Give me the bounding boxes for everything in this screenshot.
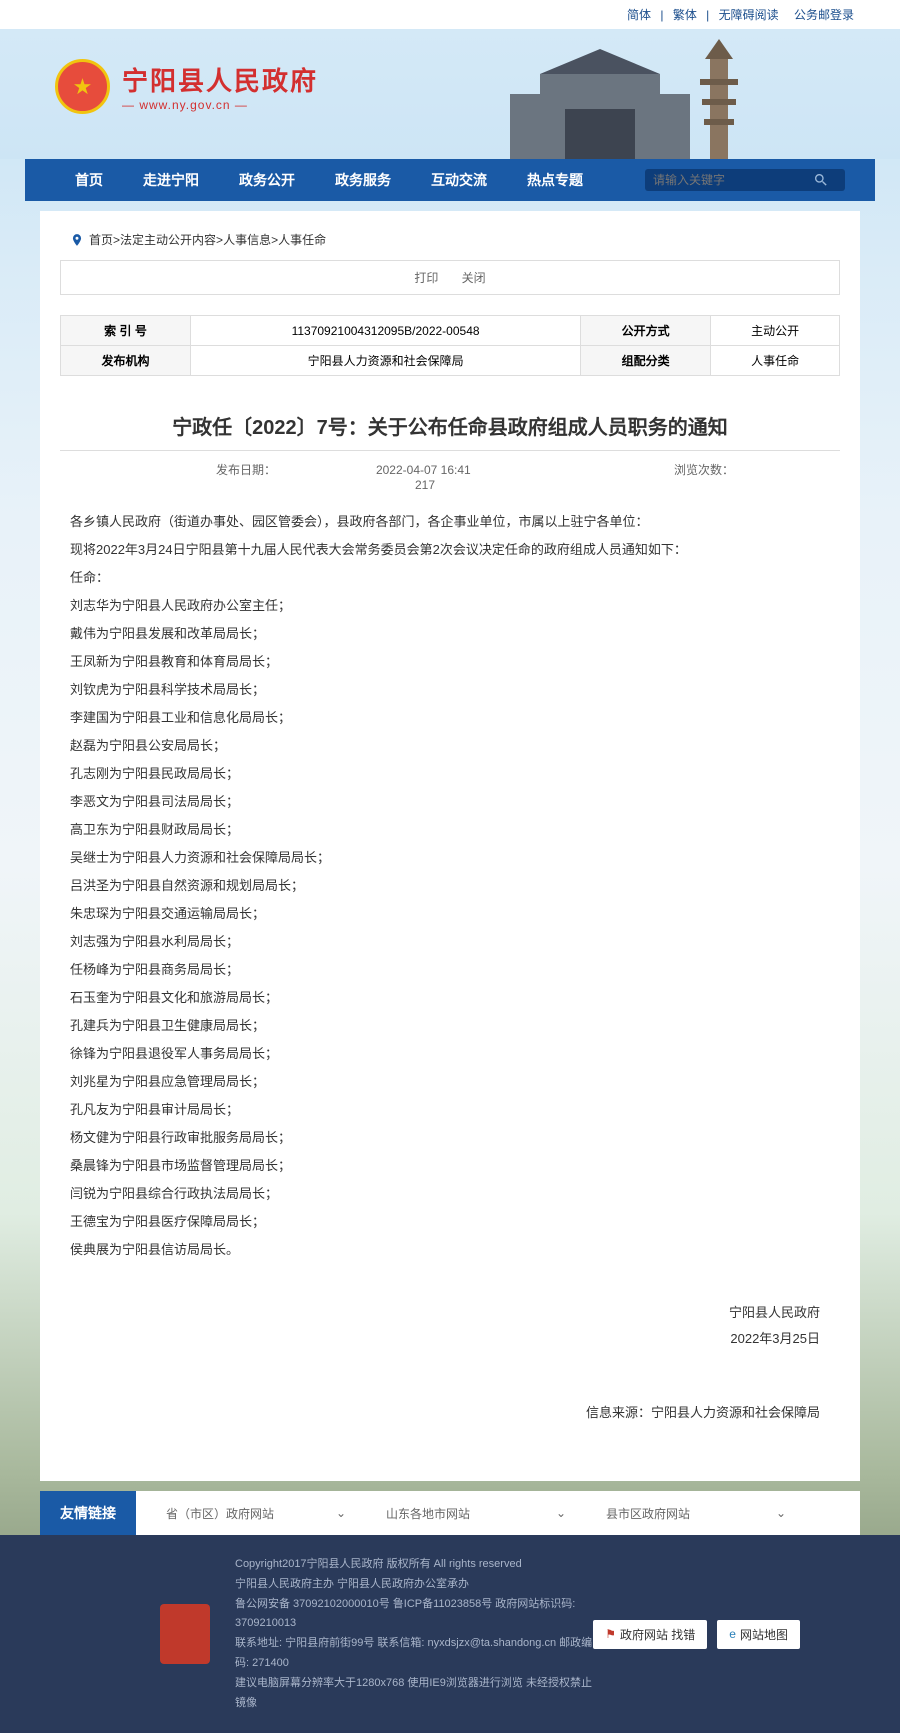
friendly-links: 友情链接 省（市区）政府网站 山东各地市网站 县市区政府网站 xyxy=(40,1491,860,1535)
search-box[interactable] xyxy=(645,169,845,191)
links-title: 友情链接 xyxy=(40,1491,136,1535)
action-bar: 打印 关闭 xyxy=(60,260,840,295)
lang-simplified[interactable]: 简体 xyxy=(627,8,651,22)
value-index: 11370921004312095B/2022-00548 xyxy=(191,316,581,346)
print-button[interactable]: 打印 xyxy=(414,271,438,285)
national-emblem-icon xyxy=(55,59,110,114)
nav-gov-open[interactable]: 政务公开 xyxy=(219,159,315,201)
label-index: 索 引 号 xyxy=(61,316,191,346)
lang-traditional[interactable]: 繁体 xyxy=(673,8,697,22)
appointment-line: 侯典展为宁阳县信访局局长。 xyxy=(70,1237,830,1263)
appointment-line: 李恶文为宁阳县司法局局长； xyxy=(70,789,830,815)
appointment-line: 李建国为宁阳县工业和信息化局局长； xyxy=(70,705,830,731)
appointment-line: 孔志刚为宁阳县民政局局长； xyxy=(70,761,830,787)
login-link[interactable]: 公务邮登录 xyxy=(794,8,854,22)
nav-about[interactable]: 走进宁阳 xyxy=(123,159,219,201)
castle-illustration xyxy=(430,39,770,159)
site-url: — www.ny.gov.cn — xyxy=(122,98,318,112)
appointment-line: 刘志强为宁阳县水利局局长； xyxy=(70,929,830,955)
appointment-line: 孔建兵为宁阳县卫生健康局局长； xyxy=(70,1013,830,1039)
label-method: 公开方式 xyxy=(581,316,711,346)
breadcrumb: 首页 > 法定主动公开内容 > 人事信息 > 人事任命 xyxy=(60,226,840,260)
search-input[interactable] xyxy=(653,173,813,187)
appointment-line: 徐锋为宁阳县退役军人事务局局长； xyxy=(70,1041,830,1067)
appointment-line: 王凤新为宁阳县教育和体育局局长； xyxy=(70,649,830,675)
appointment-line: 高卫东为宁阳县财政局局长； xyxy=(70,817,830,843)
crumb-2[interactable]: 人事信息 xyxy=(223,231,271,248)
value-category: 人事任命 xyxy=(711,346,840,376)
header: 宁阳县人民政府 — www.ny.gov.cn — xyxy=(0,29,900,159)
appointment-line: 戴伟为宁阳县发展和改革局局长； xyxy=(70,621,830,647)
appointment-line: 吴继士为宁阳县人力资源和社会保障局局长； xyxy=(70,845,830,871)
nav-topics[interactable]: 热点专题 xyxy=(507,159,603,201)
article-title: 宁政任〔2022〕7号：关于公布任命县政府组成人员职务的通知 xyxy=(60,396,840,450)
appointment-line: 王德宝为宁阳县医疗保障局局长； xyxy=(70,1209,830,1235)
view-count: 217 xyxy=(415,478,435,492)
main-nav: 首页 走进宁阳 政务公开 政务服务 互动交流 热点专题 xyxy=(25,159,875,201)
appointment-line: 任杨峰为宁阳县商务局局长； xyxy=(70,957,830,983)
appointment-line: 刘志华为宁阳县人民政府办公室主任； xyxy=(70,593,830,619)
signature: 宁阳县人民政府 2022年3月25日 xyxy=(60,1270,840,1382)
crumb-home[interactable]: 首页 xyxy=(89,231,113,248)
article-body: 各乡镇人民政府（街道办事处、园区管委会），县政府各部门，各企事业单位，市属以上驻… xyxy=(60,502,840,1270)
accessibility-link[interactable]: 无障碍阅读 xyxy=(719,8,779,22)
source: 信息来源：宁阳县人力资源和社会保障局 xyxy=(60,1382,840,1441)
value-method: 主动公开 xyxy=(711,316,840,346)
gov-emblem-icon xyxy=(160,1604,210,1664)
appointment-line: 石玉奎为宁阳县文化和旅游局局长； xyxy=(70,985,830,1011)
link-select-2[interactable]: 山东各地市网站 xyxy=(376,1499,576,1528)
appointment-line: 刘钦虎为宁阳县科学技术局局长； xyxy=(70,677,830,703)
content-container: 首页 > 法定主动公开内容 > 人事信息 > 人事任命 打印 关闭 索 引 号 … xyxy=(40,211,860,1481)
appointment-line: 孔凡友为宁阳县审计局局长； xyxy=(70,1097,830,1123)
location-icon xyxy=(70,233,84,247)
meta-table: 索 引 号 11370921004312095B/2022-00548 公开方式… xyxy=(60,315,840,376)
appointment-line: 刘兆星为宁阳县应急管理局局长； xyxy=(70,1069,830,1095)
appointment-line: 闫锐为宁阳县综合行政执法局局长； xyxy=(70,1181,830,1207)
crumb-1[interactable]: 法定主动公开内容 xyxy=(120,231,216,248)
nav-services[interactable]: 政务服务 xyxy=(315,159,411,201)
article-meta: 发布日期：2022-04-07 16:41 浏览次数： 217 xyxy=(60,450,840,502)
footer: Copyright2017宁阳县人民政府 版权所有 All rights res… xyxy=(0,1535,900,1733)
top-bar: 简体 | 繁体 | 无障碍阅读 公务邮登录 xyxy=(0,0,900,29)
sitemap-badge[interactable]: e网站地图 xyxy=(717,1620,800,1649)
appointment-line: 赵磊为宁阳县公安局局长； xyxy=(70,733,830,759)
nav-interact[interactable]: 互动交流 xyxy=(411,159,507,201)
crumb-3[interactable]: 人事任命 xyxy=(278,231,326,248)
label-category: 组配分类 xyxy=(581,346,711,376)
appointment-line: 杨文健为宁阳县行政审批服务局局长； xyxy=(70,1125,830,1151)
site-title: 宁阳县人民政府 xyxy=(122,61,318,98)
appointment-line: 朱忠琛为宁阳县交通运输局局长； xyxy=(70,901,830,927)
appointment-line: 桑晨锋为宁阳县市场监督管理局局长； xyxy=(70,1153,830,1179)
search-icon[interactable] xyxy=(813,172,829,188)
error-report-badge[interactable]: ⚑政府网站 找错 xyxy=(593,1620,707,1649)
link-select-1[interactable]: 省（市区）政府网站 xyxy=(156,1499,356,1528)
nav-home[interactable]: 首页 xyxy=(55,159,123,201)
close-button[interactable]: 关闭 xyxy=(462,271,486,285)
appointment-line: 吕洪圣为宁阳县自然资源和规划局局长； xyxy=(70,873,830,899)
label-org: 发布机构 xyxy=(61,346,191,376)
link-select-3[interactable]: 县市区政府网站 xyxy=(596,1499,796,1528)
publish-date: 2022-04-07 16:41 xyxy=(376,463,471,477)
value-org: 宁阳县人力资源和社会保障局 xyxy=(191,346,581,376)
